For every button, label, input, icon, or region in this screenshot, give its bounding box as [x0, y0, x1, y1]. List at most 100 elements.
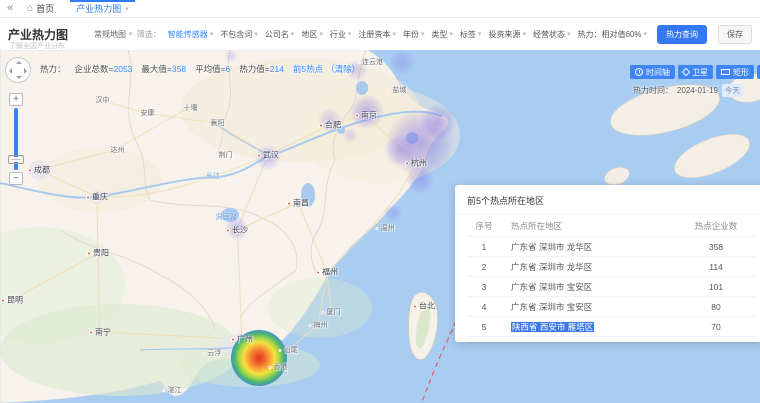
map-area[interactable]: 热力：企业总数=2053最大值=358平均值=6热力值=214前5热点（清除） … — [0, 50, 760, 403]
heat-stat: 热力值=214 — [239, 63, 284, 75]
chevron-down-icon: ▾ — [319, 30, 323, 38]
chevron-down-icon: ▾ — [567, 30, 571, 38]
hotspot-table-header: 序号 热点所在地区 热点企业数 — [467, 215, 755, 237]
heat-time-bar: 热力时间： 2024-01-19 今天 — [633, 84, 743, 97]
tab-industry-heatmap[interactable]: 产业热力图 ▾ — [70, 0, 135, 17]
row-index: 1 — [467, 242, 501, 252]
row-count: 80 — [677, 302, 755, 312]
heat-stat: 平均值=6 — [195, 63, 230, 75]
row-count: 114 — [677, 262, 755, 272]
tab-home[interactable]: ⌂ 首页 — [27, 2, 54, 15]
filter-prefix-label: 筛选： — [137, 29, 161, 40]
table-row[interactable]: 2广东省 深圳市 龙华区114 — [467, 257, 755, 277]
pan-right-icon[interactable] — [24, 68, 27, 74]
filter-label: 公司名 — [265, 29, 289, 40]
pan-left-icon[interactable] — [9, 68, 12, 74]
zoom-in-button[interactable]: + — [9, 93, 23, 106]
row-count: 358 — [677, 242, 755, 252]
chevron-down-icon: ▾ — [254, 30, 258, 38]
row-region: 陕西省 西安市 雁塔区 — [501, 321, 677, 333]
filter-dropdown[interactable]: 标签▾ — [460, 29, 482, 40]
heat-stats-prefix: 热力： — [40, 63, 66, 75]
filter-label: 不包含词 — [220, 29, 252, 40]
heat-stat: 最大值=358 — [141, 63, 186, 75]
selected-region-text: 陕西省 西安市 雁塔区 — [511, 322, 594, 332]
map-button-satellite[interactable]: 卫星 — [678, 65, 713, 79]
pan-down-icon[interactable] — [16, 76, 22, 79]
map-pan-control[interactable] — [5, 57, 31, 83]
hotspot-table: 序号 热点所在地区 热点企业数 1广东省 深圳市 龙华区3582广东省 深圳市 … — [455, 215, 760, 337]
heat-stat-value: 214 — [270, 64, 284, 74]
tab-bar: « ⌂ 首页 产业热力图 ▾ — [0, 0, 760, 18]
chevron-down-icon: ▾ — [449, 30, 453, 38]
filter-dropdown[interactable]: 经营状态▾ — [533, 29, 571, 40]
clear-hotspots-link[interactable]: （清除） — [326, 63, 360, 75]
filter-label: 经营状态 — [533, 29, 565, 40]
row-region: 广东省 深圳市 宝安区 — [501, 281, 677, 293]
pan-up-icon[interactable] — [16, 61, 22, 64]
filter-dropdown[interactable]: 类型▾ — [431, 29, 453, 40]
chevron-down-icon: ▾ — [348, 30, 352, 38]
hotspot-panel: 前5个热点所在地区 序号 热点所在地区 热点企业数 1广东省 深圳市 龙华区35… — [455, 185, 760, 342]
heat-stat-value: 2053 — [113, 64, 132, 74]
filter-dropdown[interactable]: 地区▾ — [301, 29, 323, 40]
filter-dropdown[interactable]: 注册资本▾ — [358, 29, 396, 40]
row-index: 2 — [467, 262, 501, 272]
clock-icon — [635, 68, 643, 76]
filter-dropdown[interactable]: 不包含词▾ — [220, 29, 258, 40]
heat-time-label: 热力时间： — [633, 85, 673, 96]
column-index: 序号 — [467, 220, 501, 232]
table-row[interactable]: 1广东省 深圳市 龙华区358 — [467, 237, 755, 257]
filter-dropdown[interactable]: 热力：相对值60%▾ — [577, 29, 647, 40]
chevron-down-icon: ▾ — [125, 5, 129, 13]
map-button-rectangle[interactable]: 矩形 — [716, 65, 754, 79]
collapse-sidebar-icon[interactable]: « — [7, 3, 13, 14]
filter-label: 年份 — [403, 29, 419, 40]
table-row[interactable]: 5 陕西省 西安市 雁塔区 70 — [467, 317, 755, 337]
column-region: 热点所在地区 — [501, 220, 677, 232]
chevron-down-icon: ▾ — [210, 30, 214, 38]
page-title: 产业热力图 — [8, 26, 68, 43]
chevron-down-icon: ▾ — [392, 30, 396, 38]
table-row[interactable]: 4广东省 深圳市 宝安区80 — [467, 297, 755, 317]
map-type-label: 常规地图 — [94, 29, 126, 40]
map-button-clock[interactable]: 时间轴 — [630, 65, 675, 79]
filter-label: 热力：相对值60% — [577, 29, 641, 40]
heat-stat-label: 平均值= — [195, 64, 225, 74]
row-count: 70 — [677, 322, 755, 332]
zoom-slider-handle[interactable] — [8, 155, 24, 164]
home-icon: ⌂ — [27, 3, 33, 14]
heat-stat-label: 最大值= — [141, 64, 171, 74]
filter-dropdown[interactable]: 公司名▾ — [265, 29, 295, 40]
row-index: 4 — [467, 302, 501, 312]
filter-dropdown[interactable]: 行业▾ — [330, 29, 352, 40]
map-type-dropdown[interactable]: 常规地图 ▾ — [94, 29, 133, 40]
row-index: 5 — [467, 322, 501, 332]
save-button[interactable]: 保存 — [718, 25, 752, 44]
row-region: 广东省 深圳市 龙华区 — [501, 241, 677, 253]
top5-hotspots-link[interactable]: 前5热点 — [293, 63, 323, 75]
heat-query-button[interactable]: 热力查询 — [657, 25, 707, 44]
filter-dropdown[interactable]: 投资来源▾ — [488, 29, 526, 40]
filter-dropdown[interactable]: 智能传感器▾ — [168, 29, 214, 40]
heat-stat: 企业总数=2053 — [75, 63, 133, 75]
chevron-down-icon: ▾ — [643, 30, 647, 38]
zoom-out-button[interactable]: − — [9, 172, 23, 185]
chevron-down-icon: ▾ — [291, 30, 295, 38]
map-toolbar: 时间轴卫星矩形热力 — [630, 65, 760, 79]
heat-time-date[interactable]: 2024-01-19 — [677, 86, 718, 95]
hotspot-table-body: 1广东省 深圳市 龙华区3582广东省 深圳市 龙华区1143广东省 深圳市 宝… — [467, 237, 755, 337]
tab-home-label: 首页 — [36, 2, 54, 15]
table-row[interactable]: 3广东省 深圳市 宝安区101 — [467, 277, 755, 297]
filter-label: 类型 — [431, 29, 447, 40]
filter-dropdown[interactable]: 年份▾ — [403, 29, 425, 40]
row-count: 101 — [677, 282, 755, 292]
chevron-down-icon: ▾ — [478, 30, 482, 38]
row-region: 广东省 深圳市 龙华区 — [501, 261, 677, 273]
row-index: 3 — [467, 282, 501, 292]
map-button-label: 矩形 — [733, 67, 749, 78]
heat-time-today-button[interactable]: 今天 — [722, 84, 743, 97]
map-button-label: 卫星 — [692, 67, 708, 78]
column-count: 热点企业数 — [677, 220, 755, 232]
filter-label: 地区 — [301, 29, 317, 40]
